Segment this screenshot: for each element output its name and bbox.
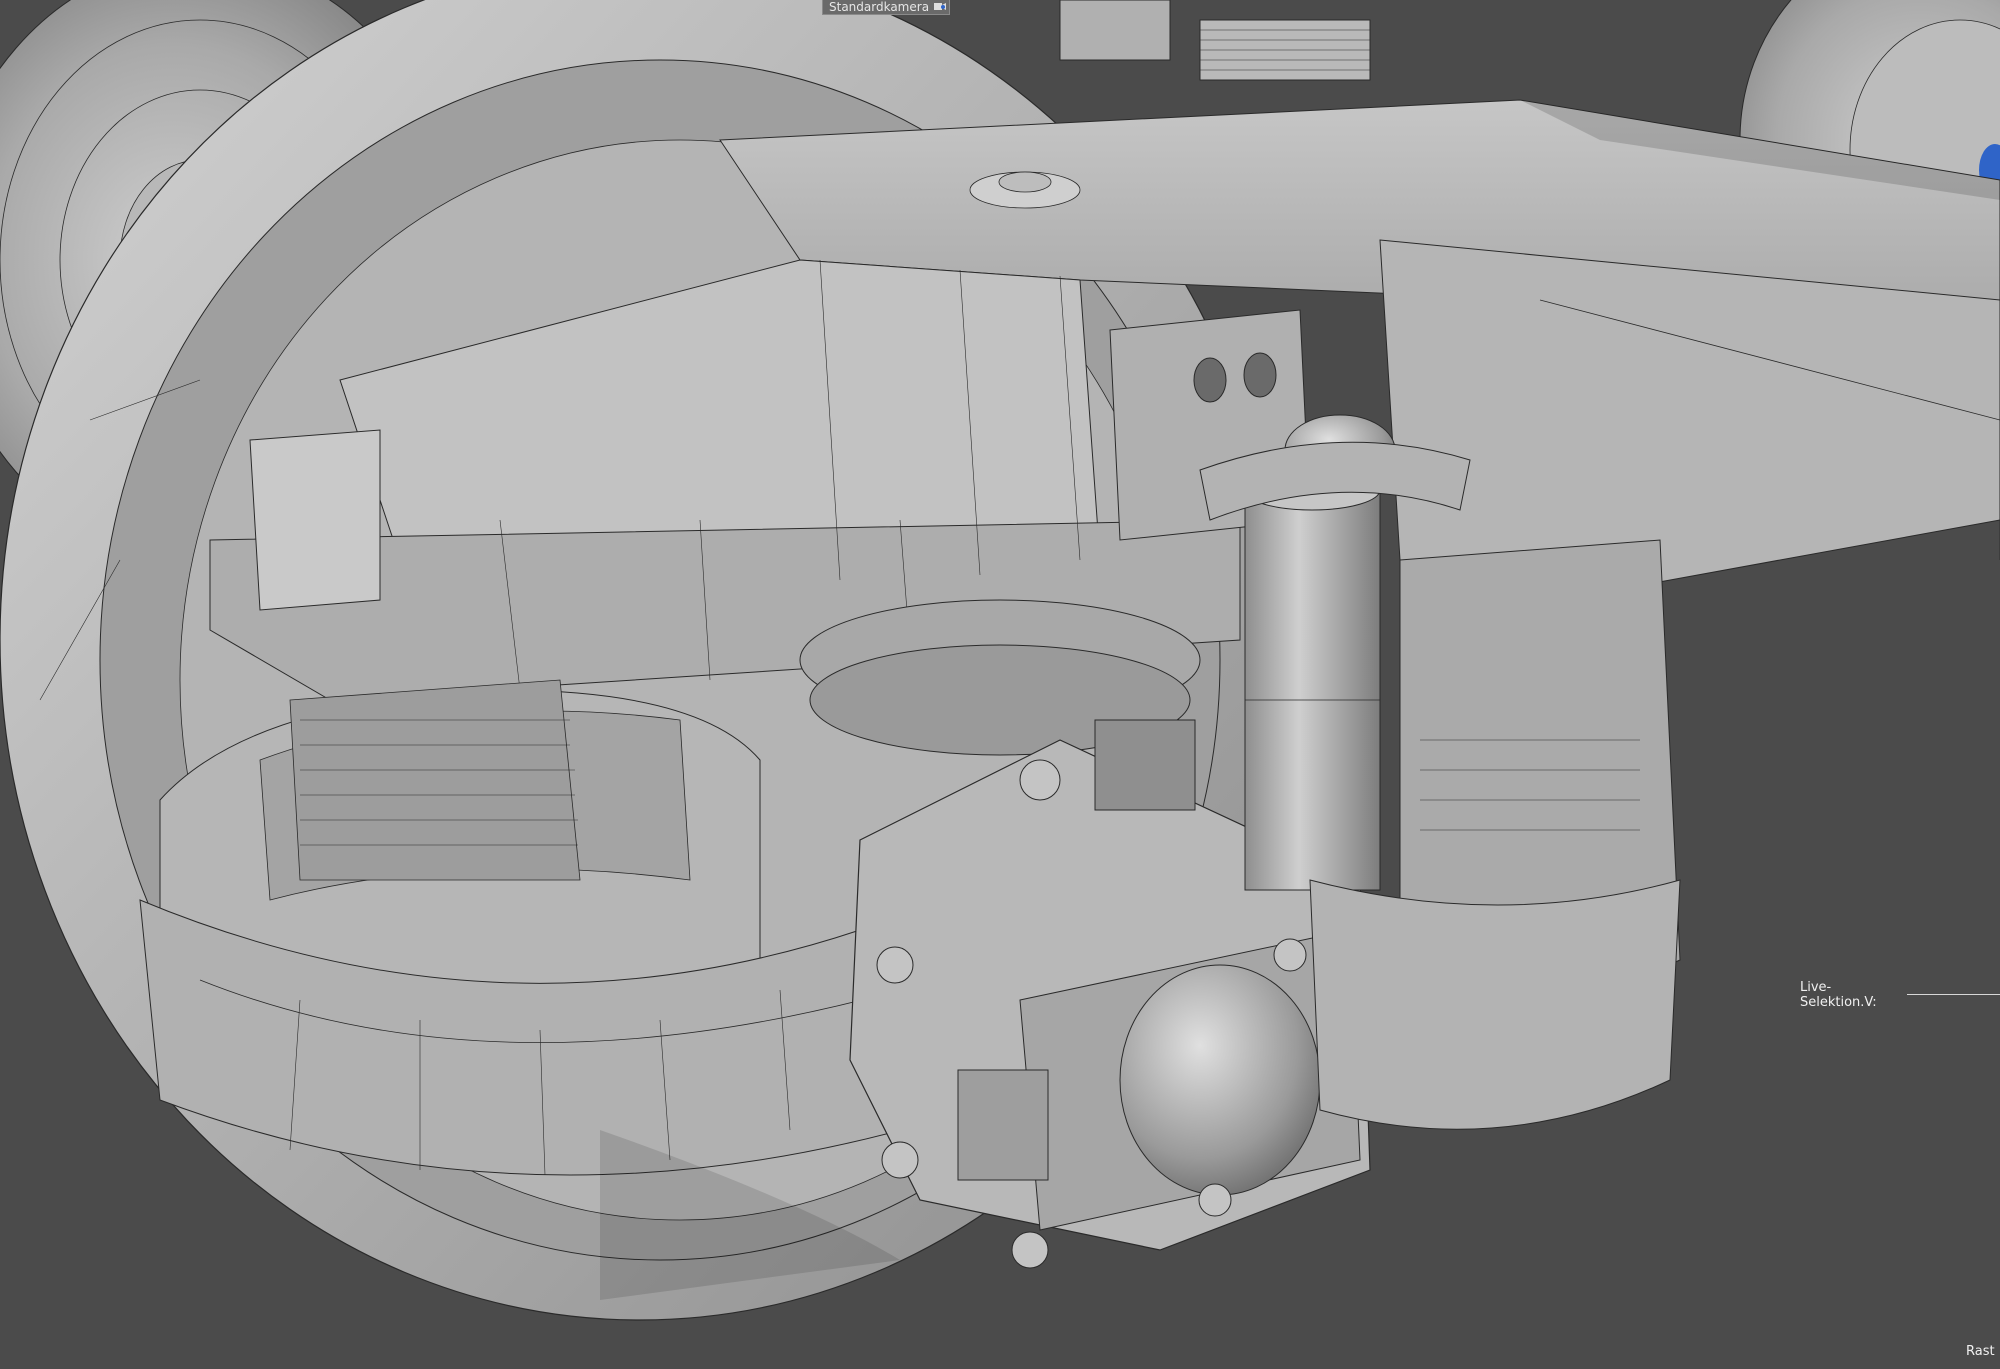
live-selection-hud: Live-Selektion.V: (1800, 980, 2000, 1010)
bogie-model-render (0, 0, 2000, 1369)
raster-label: Rast (1966, 1344, 1995, 1359)
camera-name-text: Standardkamera (829, 0, 930, 14)
live-selection-label: Live-Selektion.V: (1800, 980, 1877, 1010)
camera-icon (934, 3, 947, 10)
slider-track (1906, 994, 2000, 995)
3d-viewport[interactable]: Standardkamera Live-Selektion.V: Rast (0, 0, 2000, 1369)
live-selection-slider[interactable] (1906, 988, 2000, 1002)
camera-name-label[interactable]: Standardkamera (822, 0, 951, 15)
